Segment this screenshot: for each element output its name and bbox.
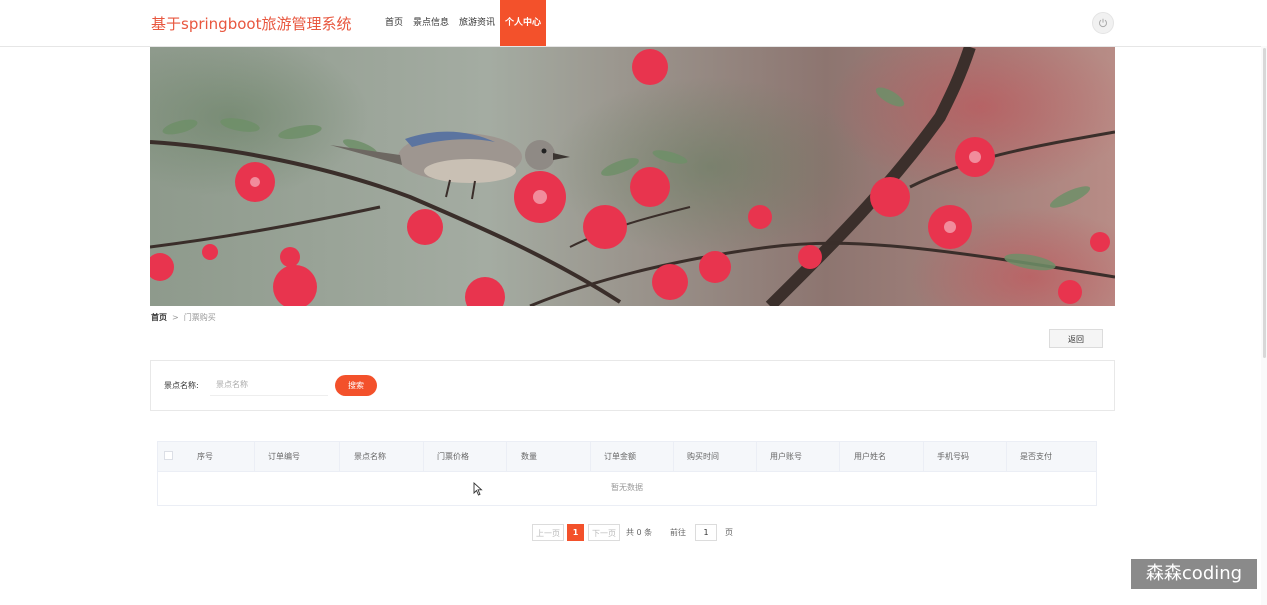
goto-label: 前往 <box>670 528 686 537</box>
column-header-user-name[interactable]: 用户姓名 <box>854 442 886 471</box>
search-label: 景点名称: <box>164 381 199 390</box>
back-button[interactable]: 返回 <box>1049 329 1103 348</box>
current-page-number[interactable]: 1 <box>567 524 584 541</box>
column-header-payment-status[interactable]: 是否支付 <box>1020 442 1052 471</box>
attraction-name-search-input[interactable] <box>210 374 328 396</box>
column-header-ticket-price[interactable]: 门票价格 <box>437 442 469 471</box>
table-empty-text: 暂无数据 <box>611 483 643 492</box>
main-nav: 首页 景点信息 旅游资讯 个人中心 <box>380 0 547 46</box>
nav-item-home[interactable]: 首页 <box>380 0 408 46</box>
total-count: 共 0 条 <box>626 528 653 537</box>
orders-table: 序号 订单编号 景点名称 门票价格 数量 订单金额 购买时间 用户账号 用户姓名… <box>157 441 1097 506</box>
next-page-button[interactable]: 下一页 <box>588 524 620 541</box>
nav-item-personal-center[interactable]: 个人中心 <box>500 0 547 46</box>
column-header-order-number[interactable]: 订单编号 <box>268 442 300 471</box>
logout-button[interactable] <box>1092 12 1114 34</box>
breadcrumb: 首页 > 门票购买 <box>151 312 216 323</box>
search-button[interactable]: 搜索 <box>335 375 377 396</box>
column-header-purchase-time[interactable]: 购买时间 <box>687 442 719 471</box>
column-header-user-account[interactable]: 用户账号 <box>770 442 802 471</box>
column-header-order-amount[interactable]: 订单金额 <box>604 442 636 471</box>
select-all-checkbox[interactable] <box>164 451 173 460</box>
breadcrumb-current: 门票购买 <box>183 313 216 322</box>
breadcrumb-separator: > <box>172 313 179 322</box>
watermark: 森森coding <box>1131 559 1257 589</box>
column-header-attraction-name[interactable]: 景点名称 <box>354 442 386 471</box>
scrollbar-thumb[interactable] <box>1263 48 1266 358</box>
banner-image <box>150 47 1115 306</box>
power-icon <box>1099 18 1107 28</box>
search-panel: 景点名称: 搜索 <box>150 360 1115 411</box>
breadcrumb-home[interactable]: 首页 <box>151 313 167 322</box>
page-suffix: 页 <box>725 528 733 537</box>
app-title[interactable]: 基于springboot旅游管理系统 <box>151 13 351 34</box>
nav-item-travel-news[interactable]: 旅游资讯 <box>454 0 500 46</box>
nav-item-attractions[interactable]: 景点信息 <box>408 0 454 46</box>
column-header-index[interactable]: 序号 <box>197 442 213 471</box>
column-header-phone-number[interactable]: 手机号码 <box>937 442 969 471</box>
table-header: 序号 订单编号 景点名称 门票价格 数量 订单金额 购买时间 用户账号 用户姓名… <box>158 442 1096 472</box>
column-header-quantity[interactable]: 数量 <box>521 442 537 471</box>
top-navbar: 基于springboot旅游管理系统 首页 景点信息 旅游资讯 个人中心 <box>0 0 1267 47</box>
prev-page-button[interactable]: 上一页 <box>532 524 564 541</box>
mouse-cursor-icon <box>473 481 483 500</box>
goto-page-input[interactable] <box>695 524 717 541</box>
